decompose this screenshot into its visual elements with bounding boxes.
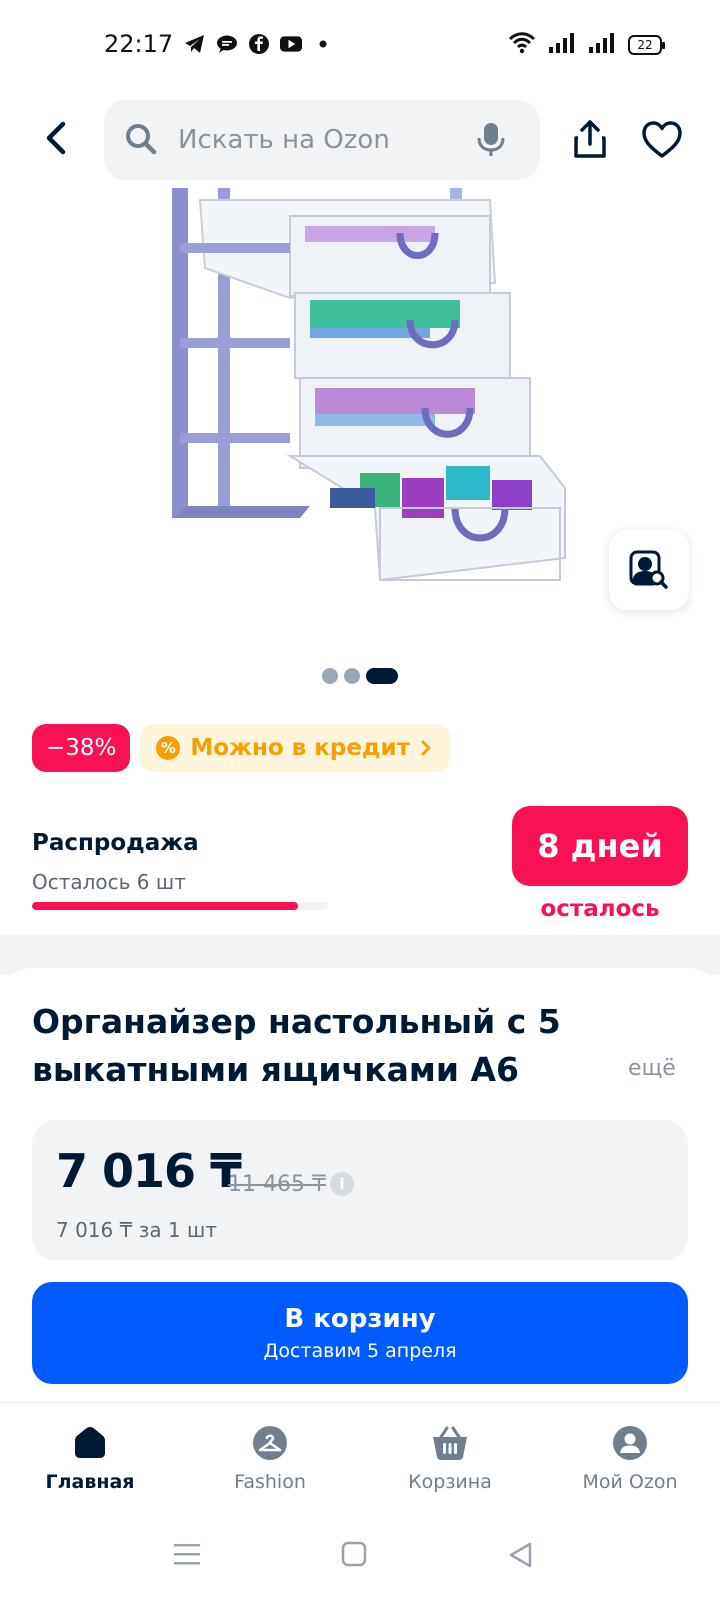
telegram-icon [184, 33, 206, 55]
home-square-icon[interactable] [340, 1540, 376, 1572]
cart-icon [430, 1423, 470, 1463]
nav-item-cart[interactable]: Корзина [360, 1403, 540, 1512]
sale-progress-fill [32, 902, 299, 910]
credit-badge[interactable]: % Можно в кредит [140, 724, 450, 772]
info-icon[interactable]: i [330, 1172, 354, 1196]
pagination-dot[interactable] [322, 668, 338, 684]
sale-block: Распродажа Осталось 6 шт 8 дней осталось [0, 800, 720, 950]
sale-title: Распродажа [32, 830, 199, 856]
product-title: Органайзер настольный с 5 выкатными ящич… [32, 1002, 561, 1089]
product-gallery[interactable] [0, 188, 720, 688]
cart-button-delivery: Доставим 5 апреля [263, 1340, 457, 1362]
cart-button-label: В корзину [284, 1304, 436, 1334]
pagination-dot[interactable] [344, 668, 360, 684]
nav-item-home[interactable]: Главная [0, 1403, 180, 1512]
back-button[interactable] [36, 118, 76, 158]
add-to-cart-button[interactable]: В корзину Доставим 5 апреля [32, 1282, 688, 1384]
nav-label: Fashion [234, 1471, 306, 1493]
battery-icon: 22 [628, 35, 665, 55]
menu-icon[interactable] [172, 1540, 208, 1572]
days-badge: 8 дней [512, 806, 688, 886]
status-indicators: 22 [508, 32, 665, 58]
home-icon [70, 1423, 110, 1463]
share-button[interactable] [568, 118, 612, 162]
badges-row: −38% % Можно в кредит [32, 724, 450, 772]
nav-item-fashion[interactable]: Fashion [180, 1403, 360, 1512]
status-app-icons [184, 33, 334, 55]
back-triangle-icon[interactable] [506, 1540, 542, 1572]
nav-label: Главная [45, 1471, 135, 1493]
system-nav-bar [0, 1512, 720, 1600]
nav-label: Мой Ozon [582, 1471, 678, 1493]
image-search-button[interactable] [609, 530, 689, 610]
wifi-icon [508, 32, 536, 58]
fashion-icon [250, 1423, 290, 1463]
status-bar: 22:17 22 [0, 0, 720, 92]
image-search-icon [629, 550, 668, 589]
nav-item-profile[interactable]: Мой Ozon [540, 1403, 720, 1512]
pagination-dot-active[interactable] [366, 668, 398, 684]
favorite-button[interactable] [640, 118, 684, 162]
price-box: 7 016 ₸ 11 465 ₸ i 7 016 ₸ за 1 шт [32, 1120, 688, 1260]
signal-icon [588, 32, 616, 58]
sale-remaining: Осталось 6 шт [32, 870, 186, 894]
price-old: 11 465 ₸ [228, 1172, 326, 1197]
credit-label: Можно в кредит [190, 735, 410, 761]
search-box[interactable] [104, 100, 540, 180]
price-current: 7 016 ₸ [56, 1144, 242, 1198]
price-per-unit: 7 016 ₸ за 1 шт [56, 1218, 217, 1242]
dot-icon [312, 33, 334, 55]
gallery-pagination [322, 668, 398, 684]
percent-icon: % [156, 736, 181, 760]
sale-progress-bar [32, 902, 328, 910]
top-bar [0, 92, 720, 188]
signal-icon [548, 32, 576, 58]
microphone-icon[interactable] [476, 122, 506, 158]
status-time: 22:17 [104, 30, 174, 58]
youtube-icon [280, 33, 302, 55]
bottom-nav: Главная Fashion Корзина Мой Ozon [0, 1402, 720, 1512]
discount-badge: −38% [32, 724, 131, 772]
product-image[interactable] [110, 188, 610, 638]
share-icon [574, 120, 606, 158]
chevron-right-icon [421, 740, 431, 756]
heart-icon [642, 121, 682, 158]
profile-icon [610, 1423, 650, 1463]
more-link[interactable]: ещё [628, 1056, 676, 1081]
back-arrow-icon [46, 121, 66, 155]
nav-label: Корзина [408, 1471, 492, 1493]
search-input[interactable] [178, 116, 458, 164]
days-left-label: осталось [540, 896, 660, 922]
search-icon [126, 124, 157, 155]
chat-icon [216, 33, 238, 55]
facebook-icon [248, 33, 270, 55]
